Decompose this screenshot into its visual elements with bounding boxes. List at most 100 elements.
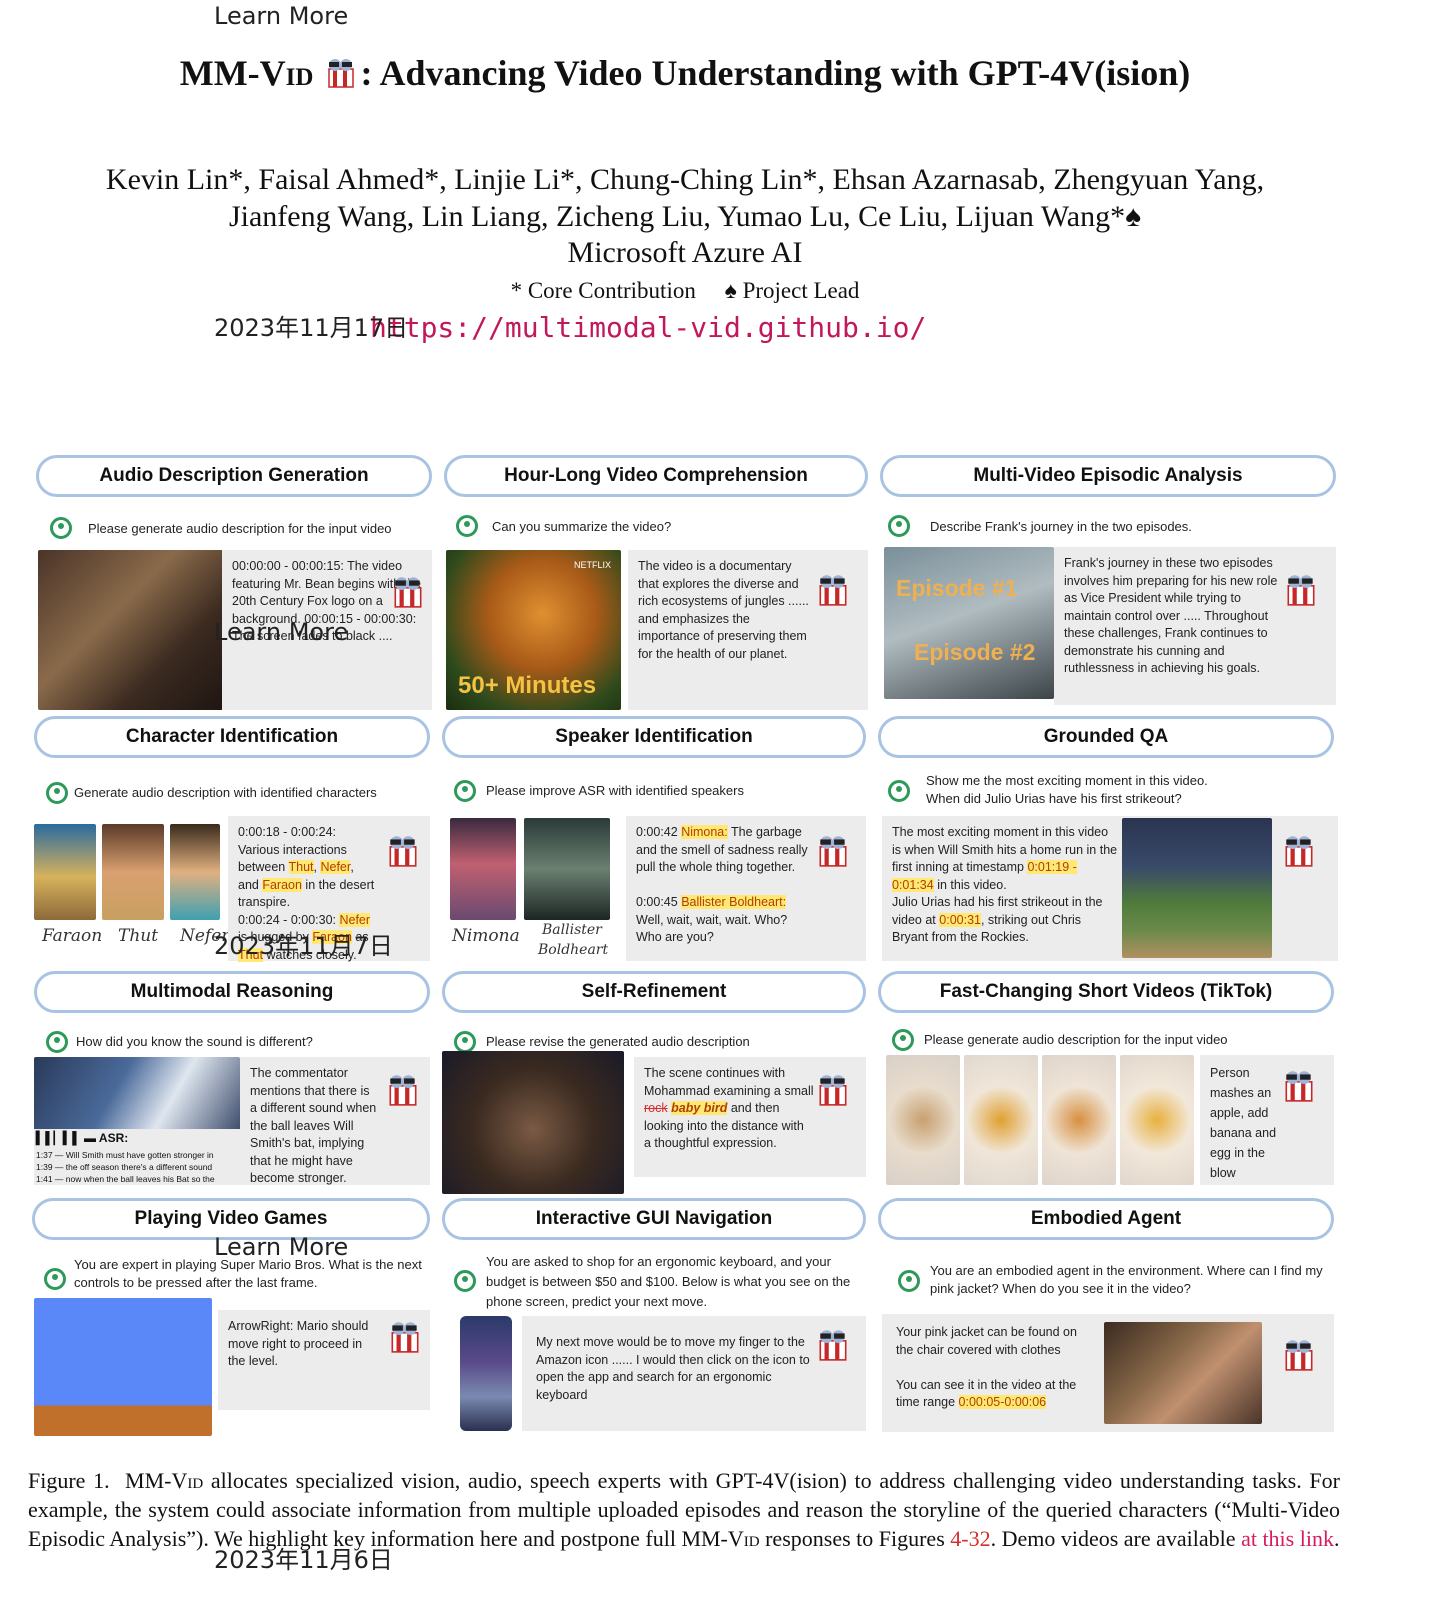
user-icon	[46, 782, 68, 804]
asr-box: ▍▌▏▍▌ ▬ ASR: 1:37 — Will Smith must have…	[34, 1129, 240, 1185]
user-icon	[454, 1031, 476, 1053]
netflix-logo: NETFLIX	[573, 560, 611, 570]
image-overlay-text: 50+ Minutes	[458, 672, 597, 699]
speaker-highlight: Ballister Boldheart:	[681, 895, 787, 909]
user-icon	[454, 1270, 476, 1292]
authors-line-1: Kevin Lin*, Faisal Ahmed*, Linjie Li*, C…	[105, 163, 1265, 196]
panel-tiktok: Fast-Changing Short Videos (TikTok) Plea…	[878, 971, 1334, 1185]
asr-line: 1:39 — the off season there's a differen…	[36, 1162, 213, 1172]
timestamp: 0:00:42	[636, 825, 682, 839]
learn-more-overlay[interactable]: Learn More	[214, 2, 348, 30]
date-overlay: 2023年11月7日	[214, 932, 393, 960]
speaker-image-nimona	[450, 818, 516, 920]
video-frame-orangutan: NETFLIX 50+ Minutes	[446, 550, 621, 710]
popcorn-logo-icon	[326, 55, 356, 89]
date-overlay: 2023年11月6日	[214, 1546, 393, 1574]
date-overlay: 2023年11月17日	[214, 314, 409, 342]
user-icon	[46, 1031, 68, 1053]
mm-vid-bot-icon	[1284, 571, 1318, 607]
timestamp-highlight: 0:00:05-0:00:06	[958, 1395, 1047, 1409]
response-text: The most exciting moment in this video i…	[892, 825, 1118, 874]
panel-speaker-identification: Speaker Identification Please improve AS…	[442, 716, 866, 961]
panel-multi-video: Multi-Video Episodic Analysis Describe F…	[880, 455, 1336, 710]
user-icon	[898, 1270, 920, 1292]
user-prompt: Please generate audio description for th…	[88, 521, 392, 536]
user-icon	[888, 515, 910, 537]
video-frame-tiktok	[886, 1055, 960, 1185]
speaker-label: Nimona	[452, 926, 520, 946]
user-prompt: Show me the most exciting moment in this…	[926, 772, 1326, 808]
speaker-image-ballister	[524, 818, 610, 920]
timestamp-highlight: 0:00:31	[939, 912, 981, 927]
caption-text: . Demo videos are available	[990, 1526, 1242, 1551]
mm-vid-bot-icon	[816, 571, 850, 607]
speaker-label: Ballister	[542, 922, 602, 938]
user-prompt: Describe Frank's journey in the two epis…	[930, 519, 1192, 534]
character-highlight: Thut	[288, 860, 314, 874]
character-highlight: Nefer	[339, 912, 371, 927]
mm-vid-bot-icon	[391, 573, 425, 609]
episode-2-label: Episode #2	[914, 639, 1036, 665]
panel-character-identification: Character Identification Generate audio …	[34, 716, 430, 962]
mm-vid-bot-icon	[386, 832, 420, 868]
user-icon	[892, 1029, 914, 1051]
phone-screenshot	[460, 1316, 512, 1431]
speaker-label: Boldheart	[538, 942, 609, 958]
project-url-link[interactable]: https://multimodal-vid.github.io/	[370, 311, 926, 344]
user-icon	[888, 780, 910, 802]
video-frame-tiktok	[1042, 1055, 1116, 1185]
learn-more-overlay[interactable]: Learn More	[214, 1233, 348, 1261]
character-highlight: Nefer	[320, 860, 351, 874]
user-prompt: Generate audio description with identifi…	[74, 785, 377, 800]
demo-link[interactable]: at this link	[1241, 1526, 1334, 1551]
response-text: 0:00:24 - 0:00:30:	[238, 912, 340, 927]
paper-title: MM-Vid : Advancing Video Understanding w…	[0, 52, 1370, 94]
video-frame-mario	[34, 1298, 212, 1436]
character-image-nefer	[170, 824, 220, 920]
panel-title: Self-Refinement	[442, 971, 866, 1013]
struck-word: rock	[644, 1101, 668, 1115]
user-prompt: You are asked to shop for an ergonomic k…	[486, 1254, 851, 1309]
panel-embodied-agent: Embodied Agent You are an embodied agent…	[878, 1198, 1334, 1436]
character-image-faraon	[34, 824, 96, 920]
panel-title: Multi-Video Episodic Analysis	[880, 455, 1336, 497]
model-response: My next move would be to move my finger …	[522, 1316, 866, 1431]
panel-audio-description: Audio Description Generation Please gene…	[36, 455, 432, 710]
user-icon	[456, 515, 478, 537]
speaker-highlight: Nimona:	[681, 825, 728, 839]
figure-reference-link[interactable]: 4-32	[950, 1526, 990, 1551]
video-frame-baseball	[1122, 818, 1272, 958]
user-prompt: Please generate audio description for th…	[924, 1032, 1228, 1047]
panel-title: Speaker Identification	[442, 716, 866, 758]
panel-hour-long: Hour-Long Video Comprehension Can you su…	[444, 455, 868, 710]
prompt-line: When did Julio Urias have his first stri…	[926, 791, 1182, 806]
waveform-icon: ▍▌▏▍▌ ▬	[36, 1131, 97, 1145]
user-prompt: Can you summarize the video?	[492, 519, 672, 534]
system-name: MM-Vid	[125, 1468, 204, 1493]
caption-text: responses to Figures	[759, 1526, 951, 1551]
character-highlight: Faraon	[262, 877, 302, 892]
panel-grounded-qa: Grounded QA Show me the most exciting mo…	[878, 716, 1338, 961]
timestamp: 0:00:45	[636, 895, 682, 909]
user-icon	[50, 517, 72, 539]
panel-multimodal-reasoning: Multimodal Reasoning How did you know th…	[34, 971, 430, 1185]
learn-more-overlay[interactable]: Learn More	[214, 618, 348, 646]
mm-vid-bot-icon	[1282, 832, 1316, 868]
mm-vid-bot-icon	[1282, 1067, 1316, 1103]
title-name: MM-Vid	[179, 53, 314, 93]
character-label: Thut	[118, 926, 159, 946]
episode-1-label: Episode #1	[896, 575, 1018, 601]
mm-vid-bot-icon	[1282, 1336, 1316, 1372]
response-text: Your pink jacket can be found on the cha…	[896, 1325, 1077, 1357]
caption-text: .	[1333, 1526, 1340, 1551]
asr-header: ▍▌▏▍▌ ▬ ASR:	[36, 1131, 128, 1145]
asr-label: ASR:	[98, 1131, 129, 1145]
title-rest: : Advancing Video Understanding with GPT…	[360, 53, 1191, 93]
system-name: MM-Vid	[681, 1526, 760, 1551]
mm-vid-bot-icon	[816, 832, 850, 868]
panel-title: Multimodal Reasoning	[34, 971, 430, 1013]
asr-transcript: 1:37 — Will Smith must have gotten stron…	[36, 1149, 240, 1185]
author-footnotes: * Core Contribution ♠ Project Lead	[0, 278, 1370, 304]
video-frame-tiktok	[1120, 1055, 1194, 1185]
video-frame-baseball-batter	[34, 1057, 240, 1133]
